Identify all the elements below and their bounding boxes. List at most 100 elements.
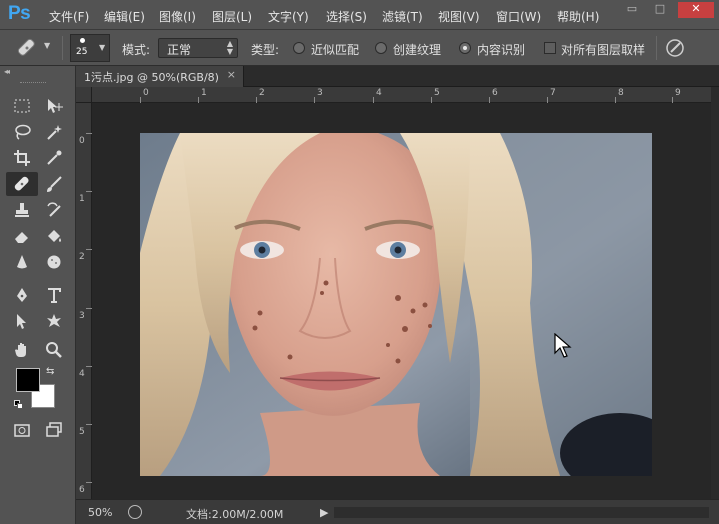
swap-colors-icon[interactable]: ⇆: [46, 366, 54, 377]
eraser-icon: [15, 232, 28, 243]
menu-window[interactable]: 窗口(W): [496, 8, 541, 25]
create-texture-radio[interactable]: [375, 42, 387, 54]
magic-wand-tool[interactable]: [38, 120, 70, 144]
ruler-label: 6: [492, 88, 498, 98]
horizontal-scrollbar[interactable]: [334, 507, 709, 518]
tool-preset-picker[interactable]: ▼: [14, 36, 56, 60]
collapse-panel-button[interactable]: ◂◂: [4, 67, 10, 76]
pen-tool[interactable]: [6, 283, 38, 307]
path-selection-tool[interactable]: [6, 309, 38, 333]
spot-healing-brush-icon: [17, 38, 35, 56]
close-button[interactable]: ✕: [678, 2, 714, 18]
type-t-icon: [48, 288, 61, 303]
mode-label: 模式:: [122, 43, 151, 57]
horizontal-ruler[interactable]: 0 1 2 3 4 5 6 7 8 9: [92, 87, 711, 103]
brush-picker[interactable]: 25 ▼: [70, 34, 110, 62]
vertical-scrollbar[interactable]: [711, 87, 719, 499]
content-aware-radio[interactable]: [459, 42, 471, 54]
menu-edit[interactable]: 编辑(E): [104, 8, 145, 25]
ruler-label: 4: [79, 369, 85, 379]
blur-tool[interactable]: [6, 250, 38, 274]
menu-filter[interactable]: 滤镜(T): [382, 8, 423, 25]
menu-select[interactable]: 选择(S): [326, 8, 367, 25]
quick-mask-button[interactable]: [6, 418, 38, 442]
brush-icon: [47, 176, 62, 192]
menu-type[interactable]: 文字(Y): [268, 8, 309, 25]
ruler-label: 1: [79, 194, 85, 204]
create-texture-label[interactable]: 创建纹理: [393, 41, 441, 58]
ruler-label: 0: [143, 88, 149, 98]
proximity-match-radio[interactable]: [293, 42, 305, 54]
dodge-tool[interactable]: [38, 250, 70, 274]
blur-drop-icon: [17, 255, 27, 269]
crop-tool[interactable]: [6, 146, 38, 170]
status-bar: 50% 文档:2.00M/2.00M ▶: [76, 499, 719, 524]
clone-stamp-tool[interactable]: [6, 198, 38, 222]
paint-bucket-icon: [48, 230, 61, 242]
menu-layer[interactable]: 图层(L): [212, 8, 252, 25]
screen-mode-button[interactable]: [38, 418, 70, 442]
options-bar: ▼ 25 ▼ 模式: 正常 ▲ ▼ 类型: 近似匹配 创建纹理 内容识别 对所有图…: [0, 30, 719, 66]
zoom-level[interactable]: 50%: [88, 506, 112, 519]
spot-healing-brush-tool[interactable]: [6, 172, 38, 196]
document-image[interactable]: [140, 133, 652, 476]
eyedropper-tool[interactable]: [38, 146, 70, 170]
vertical-ruler[interactable]: 0 1 2 3 4 5 6: [76, 103, 92, 499]
stamp-icon: [15, 203, 29, 217]
proximity-match-label[interactable]: 近似匹配: [311, 41, 359, 58]
sponge-icon: [47, 255, 61, 269]
history-brush-icon: [47, 202, 61, 217]
ruler-origin[interactable]: [76, 87, 92, 103]
paint-bucket-tool[interactable]: [38, 224, 70, 248]
rect-marquee-icon: [14, 99, 30, 113]
portrait-photo: [140, 133, 652, 476]
menu-help[interactable]: 帮助(H): [557, 8, 599, 25]
share-icon[interactable]: [128, 505, 142, 519]
eraser-tool[interactable]: [6, 224, 38, 248]
status-menu-arrow[interactable]: ▶: [320, 506, 328, 519]
brush-tool[interactable]: [38, 172, 70, 196]
menu-file[interactable]: 文件(F): [49, 8, 89, 25]
menu-view[interactable]: 视图(V): [438, 8, 480, 25]
ruler-label: 0: [79, 136, 85, 146]
updown-arrows-icon: ▲ ▼: [226, 39, 233, 56]
sample-all-layers-label[interactable]: 对所有图层取样: [561, 41, 645, 58]
type-tool[interactable]: [38, 283, 70, 307]
hand-tool[interactable]: [6, 338, 38, 362]
magic-wand-icon: [47, 125, 62, 140]
foreground-color-swatch[interactable]: [16, 368, 40, 392]
hand-icon: [15, 343, 26, 357]
ruler-label: 4: [376, 88, 382, 98]
ruler-label: 5: [79, 427, 85, 437]
document-tab[interactable]: 1污点.jpg @ 50%(RGB/8) ×: [76, 66, 244, 87]
menu-image[interactable]: 图像(I): [159, 8, 196, 25]
pressure-size-button[interactable]: [664, 37, 686, 59]
chevron-down-icon: ▼: [99, 43, 106, 52]
mode-select[interactable]: 正常 ▲ ▼: [158, 38, 238, 58]
lasso-tool[interactable]: [6, 120, 38, 144]
sample-all-layers-checkbox[interactable]: [544, 42, 556, 54]
minimize-button[interactable]: ▭: [618, 2, 646, 18]
marquee-tool[interactable]: [6, 94, 38, 118]
default-colors-icon[interactable]: [14, 400, 24, 410]
custom-shape-tool[interactable]: [38, 309, 70, 333]
ruler-label: 9: [675, 88, 681, 98]
move-arrow-icon: [48, 99, 63, 113]
content-aware-label[interactable]: 内容识别: [477, 41, 525, 58]
move-tool[interactable]: [38, 94, 70, 118]
panel-grip[interactable]: [20, 82, 46, 84]
bandage-icon: [14, 176, 29, 191]
zoom-tool[interactable]: [38, 338, 70, 362]
ruler-label: 3: [79, 311, 85, 321]
maximize-button[interactable]: □: [646, 2, 674, 18]
ruler-label: 8: [618, 88, 624, 98]
close-tab-icon[interactable]: ×: [227, 68, 236, 81]
lasso-icon: [15, 124, 31, 140]
brush-dot-icon: [80, 38, 85, 43]
history-brush-tool[interactable]: [38, 198, 70, 222]
pen-pressure-icon: [666, 39, 684, 57]
eyedropper-icon: [47, 150, 62, 165]
ruler-label: 5: [434, 88, 440, 98]
chevron-down-icon: ▼: [44, 41, 51, 50]
mouse-cursor-icon: [554, 333, 572, 358]
